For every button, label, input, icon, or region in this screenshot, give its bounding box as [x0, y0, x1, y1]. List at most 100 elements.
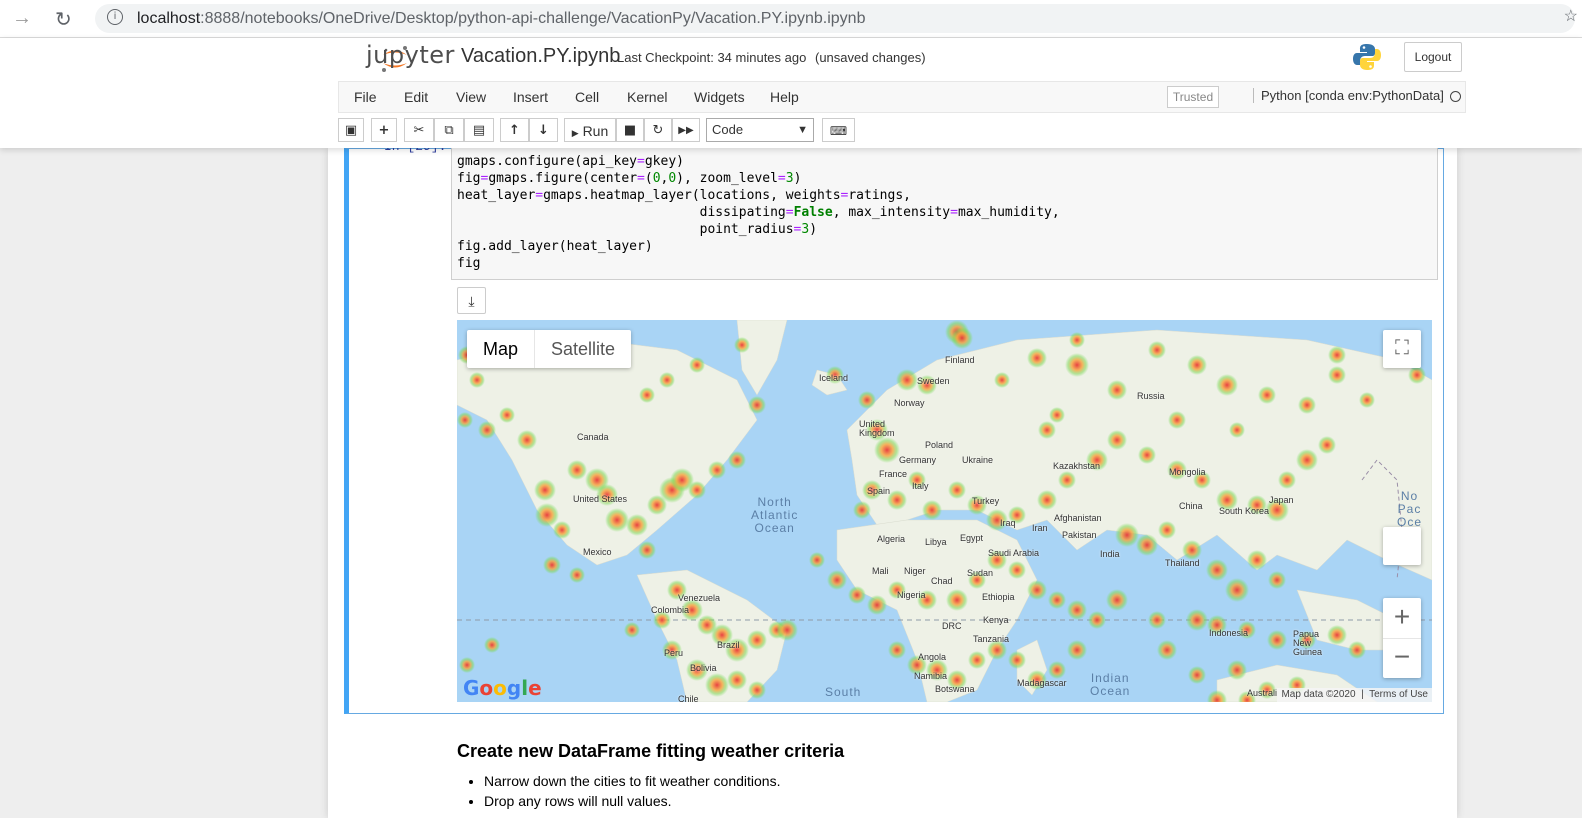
save-icon[interactable]: ▣ — [338, 118, 364, 142]
browser-bar: → ↻ i localhost:8888/notebooks/OneDrive/… — [0, 0, 1582, 38]
fullscreen-icon[interactable]: ⛶ — [1383, 330, 1421, 368]
markdown-list: Narrow down the cities to fit weather co… — [466, 773, 780, 813]
chevron-down-icon: ▼ — [797, 124, 808, 136]
map-label: DRC — [942, 621, 962, 631]
menu-kernel[interactable]: Kernel — [627, 89, 667, 105]
map-label: Mexico — [583, 547, 612, 557]
ocean-label: South — [825, 685, 862, 699]
cut-icon[interactable]: ✂ — [404, 118, 434, 142]
map-label: Namibia — [914, 671, 948, 681]
menu-widgets[interactable]: Widgets — [694, 89, 745, 105]
google-map[interactable]: Map Satellite ⛶ + − Google Map data ©202… — [457, 320, 1432, 702]
notebook-toolbar: ▣ + ✂ ⧉ ▤ ↑ ↓ ▶ Run ■ ↻ ▶▶ Code ▼ ⌨ — [338, 118, 878, 144]
map-label: Norway — [894, 398, 925, 408]
zoom-control: + − — [1383, 598, 1421, 678]
menu-edit[interactable]: Edit — [404, 89, 428, 105]
terms-of-use-link[interactable]: Terms of Use — [1369, 689, 1428, 700]
map-label: Canada — [577, 432, 609, 442]
map-label: Spain — [867, 486, 891, 496]
map-label: United Kingdom — [859, 419, 895, 438]
map-label: Pakistan — [1062, 530, 1097, 540]
zoom-out-button[interactable]: − — [1383, 639, 1421, 677]
reload-icon[interactable]: ↻ — [55, 7, 72, 32]
map-label: Saudi Arabia — [988, 548, 1040, 558]
map-label: Botswana — [935, 684, 975, 694]
map-label: Japan — [1269, 495, 1294, 505]
map-label: Ukraine — [962, 455, 994, 465]
street-view-pegman-icon[interactable] — [1383, 527, 1421, 565]
menu-file[interactable]: File — [354, 89, 377, 105]
map-label: Papua New Guinea — [1293, 629, 1323, 657]
map-label: Indonesia — [1209, 628, 1249, 638]
arrow-up-icon[interactable]: ↑ — [500, 118, 529, 142]
fast-forward-icon[interactable]: ▶▶ — [672, 118, 700, 142]
code-text: gmaps.configure(api_key=gkey) fig=gmaps.… — [457, 154, 1060, 271]
markdown-heading: Create new DataFrame fitting weather cri… — [457, 741, 845, 761]
map-label: Kenya — [983, 615, 1009, 625]
menu-bar: File Edit View Insert Cell Kernel Widget… — [338, 81, 1466, 113]
url-text: localhost:8888/notebooks/OneDrive/Deskto… — [137, 10, 866, 27]
map-label: Ethiopia — [982, 592, 1015, 602]
run-button[interactable]: ▶ Run — [564, 118, 616, 142]
copy-icon[interactable]: ⧉ — [434, 118, 464, 142]
ocean-label: North Atlantic Ocean — [751, 495, 799, 535]
map-label: Iraq — [1000, 518, 1016, 528]
map-label: Sweden — [917, 376, 950, 386]
info-icon[interactable]: i — [107, 9, 123, 25]
map-label: Nigeria — [897, 590, 926, 600]
logout-button[interactable]: Logout — [1404, 42, 1462, 72]
map-label: Bolivia — [690, 663, 717, 673]
map-type-map-button[interactable]: Map — [467, 330, 536, 368]
trusted-badge[interactable]: Trusted — [1167, 86, 1219, 108]
menu-insert[interactable]: Insert — [513, 89, 548, 105]
menu-view[interactable]: View — [456, 89, 486, 105]
map-label: Italy — [912, 481, 929, 491]
cell-type-select[interactable]: Code ▼ — [706, 118, 814, 142]
star-icon[interactable]: ☆ — [1564, 6, 1578, 26]
attribution-map-data: Map data ©2020 — [1281, 689, 1356, 700]
map-label: Afghanistan — [1054, 513, 1102, 523]
google-logo[interactable]: Google — [463, 676, 542, 700]
zoom-in-button[interactable]: + — [1383, 598, 1421, 639]
notebook-name[interactable]: Vacation.PY.ipynb — [461, 45, 620, 68]
stop-icon[interactable]: ■ — [616, 118, 644, 142]
download-icon[interactable]: ⤓ — [457, 287, 486, 314]
map-label: Iran — [1032, 523, 1048, 533]
map-label: Sudan — [967, 568, 994, 578]
map-label: Mali — [872, 566, 889, 576]
map-label: United States — [573, 494, 628, 504]
map-label: France — [879, 469, 908, 479]
map-label: Chad — [931, 576, 953, 586]
python-logo-icon — [1353, 44, 1381, 70]
ocean-label: Indian Ocean — [1090, 671, 1131, 698]
map-label: Colombia — [651, 605, 690, 615]
keyboard-icon[interactable]: ⌨ — [822, 118, 855, 142]
run-icon: ▶ — [571, 128, 579, 138]
map-label: Chile — [678, 694, 699, 702]
map-label: Germany — [899, 455, 937, 465]
map-type-satellite-button[interactable]: Satellite — [535, 330, 631, 368]
map-label: Peru — [664, 648, 684, 658]
arrow-down-icon[interactable]: ↓ — [529, 118, 558, 142]
code-editor[interactable]: gmaps.configure(api_key=gkey) fig=gmaps.… — [451, 138, 1438, 280]
map-label: Madagascar — [1017, 678, 1067, 688]
map-label: Russia — [1137, 391, 1165, 401]
map-label: Thailand — [1165, 558, 1200, 568]
kernel-name[interactable]: Python [conda env:PythonData] — [1253, 88, 1444, 103]
list-item: Narrow down the cities to fit weather co… — [484, 773, 780, 789]
map-label: Australi — [1247, 688, 1278, 698]
menu-help[interactable]: Help — [770, 89, 799, 105]
map-label: Finland — [945, 355, 975, 365]
kernel-status-icon — [1450, 91, 1461, 102]
jupyter-header: jupyter Vacation.PY.ipynb Last Checkpoin… — [0, 38, 1582, 148]
map-label: South Korea — [1219, 506, 1270, 516]
map-label: Venezuela — [678, 593, 721, 603]
back-arrow-icon[interactable]: → — [12, 7, 32, 30]
map-label: Egypt — [960, 533, 984, 543]
plus-icon[interactable]: + — [371, 118, 397, 142]
jupyter-logo-text: jupyter — [366, 41, 455, 69]
restart-icon[interactable]: ↻ — [644, 118, 672, 142]
paste-icon[interactable]: ▤ — [464, 118, 494, 142]
menu-cell[interactable]: Cell — [575, 89, 599, 105]
address-bar[interactable]: i localhost:8888/notebooks/OneDrive/Desk… — [95, 4, 1575, 33]
